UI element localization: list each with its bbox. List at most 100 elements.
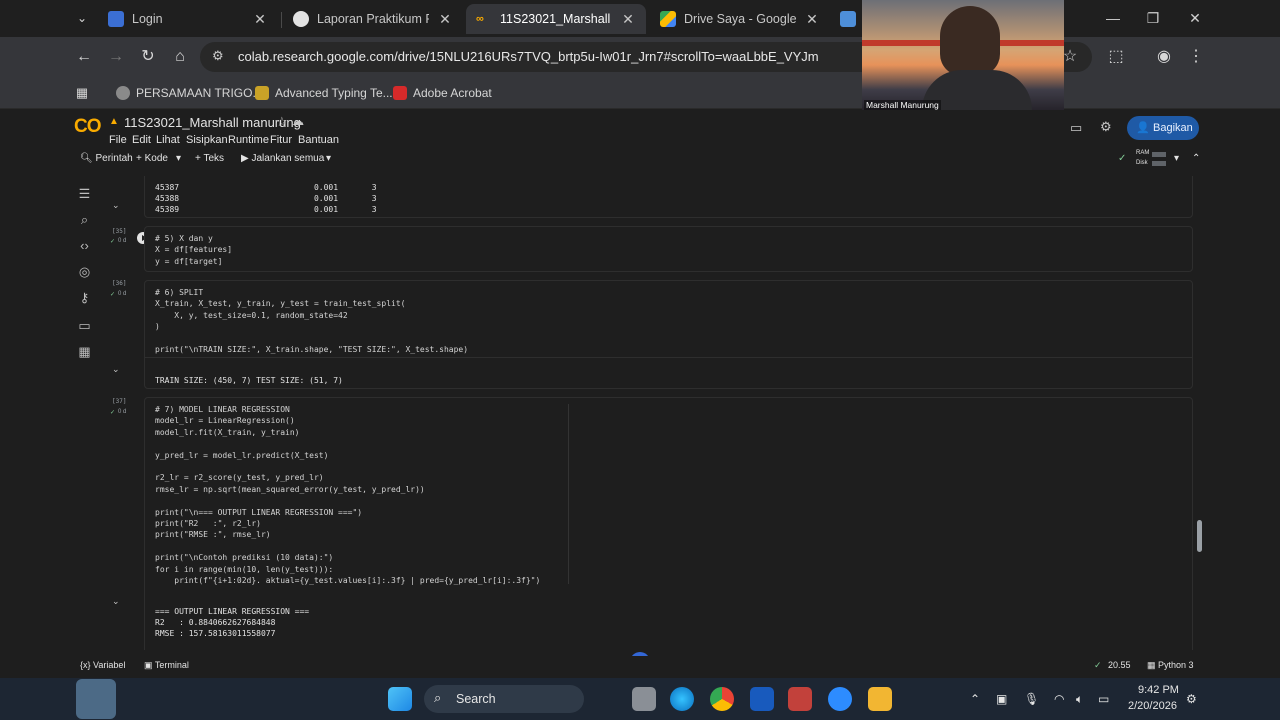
browser-tab-login[interactable]: Login ✕	[98, 4, 278, 34]
terminal-button[interactable]: ▣ Terminal	[144, 660, 189, 671]
add-code-button[interactable]: + Kode	[136, 153, 168, 164]
close-icon[interactable]: ✕	[804, 11, 820, 28]
secrets-key-icon[interactable]: ⚷	[77, 290, 92, 305]
tray-app-icon[interactable]: ▣	[996, 692, 1007, 706]
task-view-icon[interactable]	[632, 687, 656, 711]
notebook-scrollbar[interactable]	[1197, 520, 1202, 552]
code-cell[interactable]: # 5) X dan y X = df[features] y = df[tar…	[144, 226, 1193, 272]
share-button[interactable]: 👤 Bagikan	[1127, 116, 1199, 140]
execution-duration: 20.55	[1108, 660, 1131, 670]
person-add-icon: 👤	[1136, 122, 1150, 134]
collapse-header-icon[interactable]: ⌃	[1192, 153, 1200, 164]
variables-button[interactable]: {x} Variabel	[80, 660, 125, 670]
apps-grid-icon[interactable]: ▦	[70, 81, 94, 105]
find-icon[interactable]: ⌕	[77, 212, 92, 227]
files-folder-icon[interactable]: ▭	[77, 318, 92, 333]
terminal-icon: ▣	[144, 660, 153, 670]
collapse-output-icon[interactable]: ⌄	[112, 364, 120, 375]
clock-date[interactable]: 2/20/2026	[1128, 700, 1177, 712]
app-pinned-icon[interactable]	[76, 679, 116, 719]
comment-icon[interactable]: ▭	[1070, 120, 1082, 136]
close-icon[interactable]: ✕	[437, 11, 453, 28]
disk-bar[interactable]	[1152, 161, 1166, 166]
python-icon: ▦	[1147, 660, 1156, 670]
profile-avatar-icon[interactable]: ◉	[1152, 45, 1176, 69]
collapse-output-icon[interactable]: ⌄	[112, 596, 120, 607]
code-snippets-icon[interactable]: ‹›	[77, 238, 92, 253]
word-icon[interactable]	[750, 687, 774, 711]
menu-insert[interactable]: Sisipkan	[186, 134, 228, 146]
browser-tab-drive[interactable]: Drive Saya - Google Drive ✕	[650, 4, 830, 34]
bookmark-acrobat[interactable]: Adobe Acrobat	[393, 83, 492, 103]
taskbar-search[interactable]: ⌕ Search	[424, 685, 584, 713]
code-dropdown-icon[interactable]: ▾	[176, 153, 181, 164]
bookmark-typing[interactable]: Advanced Typing Te...	[255, 83, 393, 103]
tray-overflow-icon[interactable]: ⌃	[970, 692, 980, 706]
drive-favicon	[660, 11, 676, 27]
execution-time: 0 d	[118, 409, 127, 415]
variables-eye-icon[interactable]: ◎	[77, 264, 92, 279]
restore-icon[interactable]: ❐	[1138, 6, 1168, 30]
menu-tools[interactable]: Fitur	[270, 134, 292, 146]
collapse-output-icon[interactable]: ⌄	[112, 200, 120, 211]
code-editor[interactable]: # 6) SPLIT X_train, X_test, y_train, y_t…	[155, 287, 468, 355]
run-all-dropdown-icon[interactable]: ▾	[326, 153, 331, 164]
browser-tab-laporan[interactable]: Laporan Praktikum Regre ✕	[283, 4, 463, 34]
wifi-icon[interactable]: ◠	[1054, 692, 1064, 706]
chrome-icon[interactable]	[710, 687, 734, 711]
data-table-icon[interactable]: ▦	[77, 344, 92, 359]
add-text-button[interactable]: + Teks	[195, 153, 224, 164]
close-icon[interactable]: ✕	[620, 11, 636, 28]
menu-edit[interactable]: Edit	[132, 134, 151, 146]
extensions-icon[interactable]: ⬚	[1104, 45, 1128, 69]
code-editor[interactable]: # 7) MODEL LINEAR REGRESSION model_lr = …	[155, 404, 540, 587]
run-all-button[interactable]: ▶ Jalankan semua	[241, 153, 324, 164]
execution-count: [37]	[112, 398, 127, 405]
microphone-icon[interactable]: 🎙︎	[1024, 692, 1039, 706]
more-menu-icon[interactable]: ⋮	[1184, 45, 1208, 69]
browser-tab-extra[interactable]	[836, 4, 860, 34]
bookmark-persamaan[interactable]: PERSAMAAN TRIGO...	[116, 83, 262, 103]
notebook-area[interactable]: ⌄ 45387 0.001 3 45388 0.001 3 45389 0.00…	[104, 176, 1208, 650]
output-cell[interactable]: 45387 0.001 3 45388 0.001 3 45389 0.001 …	[144, 176, 1193, 218]
home-icon[interactable]: ⌂	[168, 45, 192, 69]
code-editor[interactable]: # 5) X dan y X = df[features] y = df[tar…	[155, 233, 232, 267]
site-settings-icon[interactable]: ⚙	[212, 48, 224, 64]
settings-gear-icon[interactable]: ⚙	[1100, 119, 1112, 135]
code-cell[interactable]: # 7) MODEL LINEAR REGRESSION model_lr = …	[144, 397, 1193, 650]
reload-icon[interactable]: ↻	[136, 45, 160, 69]
forward-arrow-icon[interactable]: →	[104, 45, 128, 69]
ram-bar[interactable]	[1152, 152, 1166, 157]
notebook-title[interactable]: 11S23021_Marshall manurung	[124, 115, 301, 130]
person-head	[940, 6, 1000, 76]
window-close-icon[interactable]: ✕	[1180, 6, 1210, 30]
tab-search-dropdown-icon[interactable]: ⌄	[70, 6, 94, 30]
command-palette-button[interactable]: 🔍︎ Perintah	[80, 153, 133, 164]
file-explorer-icon[interactable]	[868, 687, 892, 711]
bookmark-label: Adobe Acrobat	[413, 86, 492, 100]
kernel-indicator[interactable]: ▦ Python 3	[1147, 660, 1194, 671]
participant-name: Marshall Manurung	[864, 100, 941, 110]
zoom-icon[interactable]	[828, 687, 852, 711]
menu-runtime[interactable]: Runtime	[228, 134, 269, 146]
browser-tab-colab[interactable]: ∞ 11S23021_Marshall manu ✕	[466, 4, 646, 34]
menu-help[interactable]: Bantuan	[298, 134, 339, 146]
back-arrow-icon[interactable]: ←	[72, 45, 96, 69]
resources-dropdown-icon[interactable]: ▾	[1174, 153, 1179, 164]
close-icon[interactable]: ✕	[252, 11, 268, 28]
recorder-icon[interactable]	[788, 687, 812, 711]
connected-check-icon: ✓	[1118, 153, 1127, 164]
notification-icon[interactable]: ⚙	[1186, 692, 1197, 706]
minimize-icon[interactable]: —	[1098, 6, 1128, 30]
star-icon[interactable]: ☆	[276, 114, 288, 130]
clock-time[interactable]: 9:42 PM	[1138, 684, 1179, 696]
edge-icon[interactable]	[670, 687, 694, 711]
code-cell[interactable]: # 6) SPLIT X_train, X_test, y_train, y_t…	[144, 280, 1193, 389]
windows-start-icon[interactable]	[388, 687, 412, 711]
colab-logo[interactable]: CO	[74, 116, 101, 138]
menu-file[interactable]: File	[109, 134, 127, 146]
battery-icon[interactable]: ▭	[1098, 692, 1109, 706]
menu-view[interactable]: Lihat	[156, 134, 180, 146]
volume-icon[interactable]: 🔈︎	[1076, 692, 1083, 707]
toc-icon[interactable]: ☰	[77, 186, 92, 201]
